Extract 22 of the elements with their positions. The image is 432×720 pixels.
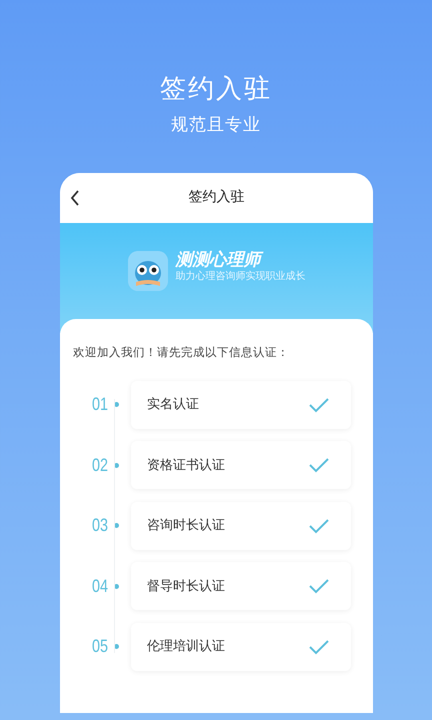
- step-dot: [114, 584, 119, 589]
- step-dot: [114, 644, 119, 650]
- back-icon[interactable]: [70, 190, 80, 206]
- step-dot: [114, 402, 119, 408]
- subheadline: 规范且专业: [171, 114, 261, 138]
- step-number: 03: [90, 514, 108, 538]
- step-number: 01: [90, 393, 108, 416]
- step-card[interactable]: 咨询时长认证: [131, 502, 351, 550]
- app-slogan: 助力心理咨询师实现职业成长: [176, 270, 306, 284]
- step-number: 02: [90, 454, 108, 477]
- headline: 签约入驻: [160, 73, 272, 106]
- app-name: 测测心理师: [176, 250, 306, 270]
- intro-text: 欢迎加入我们！请先完成以下信息认证：: [72, 344, 289, 359]
- step-card[interactable]: 资格证书认证: [131, 441, 351, 490]
- step-dot: [114, 523, 119, 528]
- step-card[interactable]: 伦理培训认证: [131, 622, 351, 671]
- step-dot: [114, 462, 119, 468]
- step-number: 05: [90, 635, 108, 658]
- nav-title: 签约入驻: [188, 188, 244, 208]
- step-card[interactable]: 实名认证: [131, 380, 351, 429]
- step-card[interactable]: 督导时长认证: [131, 562, 351, 610]
- step-number: 04: [90, 574, 108, 598]
